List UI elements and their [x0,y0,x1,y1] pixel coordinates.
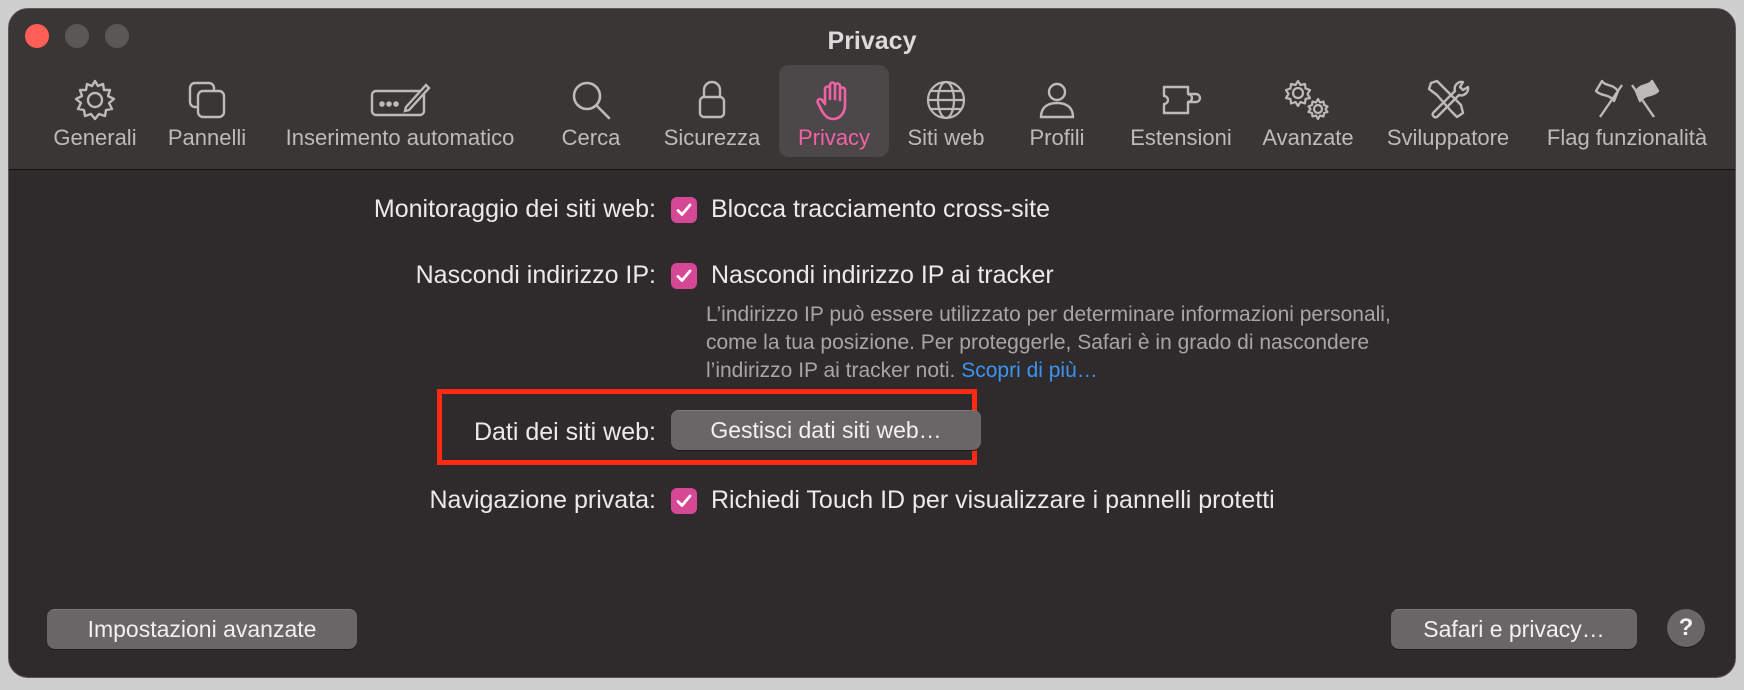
tab-inserimento-automatico[interactable]: Inserimento automatico [271,65,529,157]
tab-pannelli[interactable]: Pannelli [155,65,259,157]
tab-profili[interactable]: Profili [1009,65,1105,157]
help-button[interactable]: ? [1667,609,1705,647]
tabs-icon [184,75,230,125]
privacy-panel: Monitoraggio dei siti web: Blocca tracci… [9,169,1735,677]
window-title: Privacy [827,27,917,55]
toolbar: Privacy Generali Pannelli Inserimento au… [9,9,1735,170]
tab-estensioni[interactable]: Estensioni [1119,65,1243,157]
hand-icon [811,75,857,125]
gear-icon [72,75,118,125]
search-icon [568,75,614,125]
website-data-label: Dati dei siti web: [473,418,656,446]
flags-icon [1592,75,1662,125]
touch-id-checkbox[interactable] [671,488,697,514]
hide-ip-description: L’indirizzo IP può essere utilizzato per… [706,303,1391,382]
private-browsing-label: Navigazione privata: [429,486,656,514]
puzzle-icon [1158,75,1204,125]
block-tracking-checkbox[interactable] [671,197,697,223]
hide-ip-checkbox[interactable] [671,263,697,289]
tracking-label: Monitoraggio dei siti web: [373,195,656,223]
touch-id-option[interactable]: Richiedi Touch ID per visualizzare i pan… [711,486,1275,515]
gears-icon [1280,75,1336,125]
tab-sicurezza[interactable]: Sicurezza [655,65,769,157]
tab-generali[interactable]: Generali [37,65,153,157]
checkmark-icon [676,494,692,507]
person-icon [1034,75,1080,125]
hide-ip-label: Nascondi indirizzo IP: [415,261,656,289]
globe-icon [923,75,969,125]
manage-website-data-button[interactable]: Gestisci dati siti web… [671,410,981,450]
checkmark-icon [676,203,692,216]
hide-ip-option[interactable]: Nascondi indirizzo IP ai tracker [711,261,1054,290]
safari-privacy-button[interactable]: Safari e privacy… [1391,609,1637,649]
tab-privacy[interactable]: Privacy [779,65,889,157]
checkmark-icon [676,269,692,282]
block-tracking-option[interactable]: Blocca tracciamento cross-site [711,195,1050,224]
advanced-settings-button[interactable]: Impostazioni avanzate [47,609,357,649]
tab-flag-funzionalita[interactable]: Flag funzionalità [1533,65,1721,157]
tab-cerca[interactable]: Cerca [545,65,637,157]
autofill-icon [368,75,432,125]
tab-siti-web[interactable]: Siti web [895,65,997,157]
learn-more-link[interactable]: Scopri di più… [961,359,1098,382]
tab-avanzate[interactable]: Avanzate [1253,65,1363,157]
tab-sviluppatore[interactable]: Sviluppatore [1375,65,1521,157]
preferences-window: Privacy Generali Pannelli Inserimento au… [8,8,1736,678]
tools-icon [1423,75,1473,125]
lock-icon [689,75,735,125]
